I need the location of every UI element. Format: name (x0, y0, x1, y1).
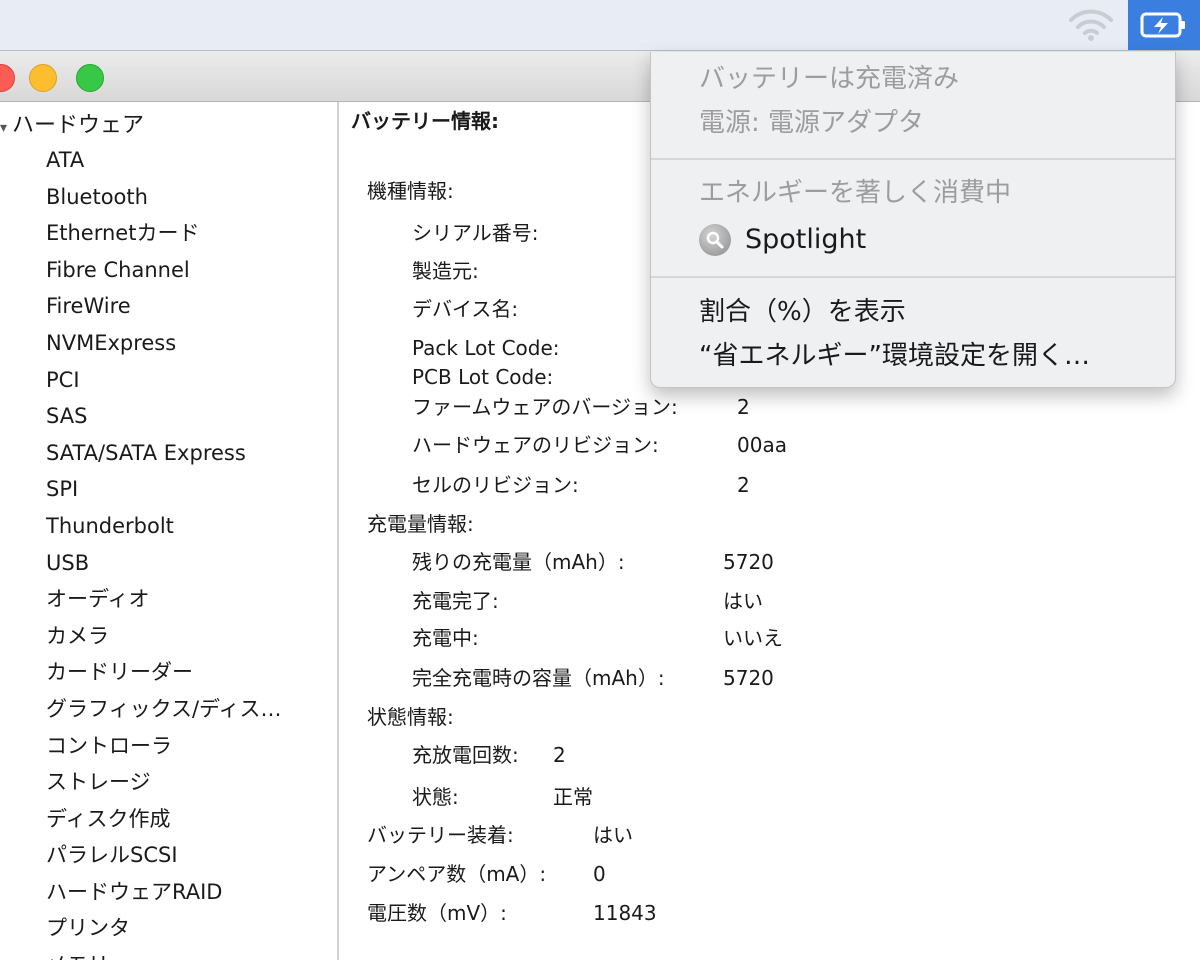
pcb-lot-label: PCB Lot Code: (412, 365, 554, 389)
fully-charged-label: 充電完了: (412, 589, 499, 613)
sidebar-item[interactable]: コントローラ (46, 728, 282, 765)
sidebar-item[interactable]: ハードウェアRAID (46, 874, 282, 911)
battery-installed-label: バッテリー装着: (367, 823, 514, 847)
energy-usage-heading: エネルギーを著しく消費中 (699, 178, 1012, 208)
condition-value: 正常 (553, 785, 593, 809)
sidebar-item[interactable]: NVMExpress (46, 325, 282, 362)
sidebar-group-label: ハードウェア (12, 113, 145, 138)
sidebar-item[interactable]: SAS (46, 398, 282, 435)
sidebar-item[interactable]: グラフィックス/ディス… (46, 691, 282, 728)
remaining-charge-value: 5720 (723, 550, 774, 574)
charging-label: 充電中: (412, 626, 479, 650)
sidebar-list: ATA Bluetooth Ethernetカード Fibre Channel … (46, 142, 282, 960)
sidebar-item[interactable]: プリンタ (46, 910, 282, 947)
menu-item-show-percentage[interactable]: 割合（%）を表示 (699, 294, 906, 330)
sidebar-item[interactable]: ATA (46, 142, 282, 179)
cycle-count-value: 2 (553, 743, 566, 767)
sidebar-item[interactable]: カードリーダー (46, 654, 282, 691)
amperage-label: アンペア数（mA）: (367, 862, 547, 886)
menu-item-spotlight[interactable]: Spotlight (745, 222, 866, 258)
hardware-revision-value: 00aa (737, 433, 787, 457)
model-info-heading: 機種情報: (367, 179, 454, 203)
sidebar-item[interactable]: FireWire (46, 288, 282, 325)
sidebar: ▾ ハードウェア ATA Bluetooth Ethernetカード Fibre … (0, 102, 339, 960)
wifi-icon[interactable] (1066, 8, 1116, 42)
firmware-value: 2 (737, 395, 750, 419)
battery-status-item[interactable] (1128, 0, 1200, 50)
sidebar-item[interactable]: カメラ (46, 618, 282, 655)
power-source-text: 電源: 電源アダプタ (699, 108, 925, 138)
firmware-label: ファームウェアのバージョン: (412, 395, 678, 419)
menu-bar (0, 0, 1200, 51)
charging-value: いいえ (723, 626, 783, 650)
cell-revision-value: 2 (737, 473, 750, 497)
minimize-button[interactable] (29, 64, 57, 92)
voltage-value: 11843 (593, 901, 657, 925)
hardware-revision-label: ハードウェアのリビジョン: (412, 433, 659, 457)
amperage-value: 0 (593, 862, 606, 886)
device-name-label: デバイス名: (412, 297, 519, 321)
cell-revision-label: セルのリビジョン: (412, 473, 579, 497)
sidebar-item[interactable]: ストレージ (46, 764, 282, 801)
section-title: バッテリー情報: (351, 109, 499, 133)
menu-item-open-energy-saver[interactable]: “省エネルギー”環境設定を開く… (699, 338, 1090, 374)
sidebar-item[interactable]: Bluetooth (46, 179, 282, 216)
fully-charged-value: はい (723, 589, 763, 613)
sidebar-item[interactable]: パラレルSCSI (46, 837, 282, 874)
full-capacity-value: 5720 (723, 666, 774, 690)
menu-separator (651, 276, 1175, 278)
zoom-button[interactable] (76, 64, 104, 92)
sidebar-item[interactable]: SPI (46, 471, 282, 508)
sidebar-item[interactable]: ディスク作成 (46, 801, 282, 838)
battery-charging-icon (1140, 12, 1185, 38)
sidebar-item[interactable]: Ethernetカード (46, 215, 282, 252)
condition-label: 状態: (412, 785, 459, 809)
sidebar-item[interactable]: Fibre Channel (46, 252, 282, 289)
cycle-count-label: 充放電回数: (412, 743, 519, 767)
remaining-charge-label: 残りの充電量（mAh）: (412, 550, 625, 574)
menu-separator (651, 158, 1175, 160)
sidebar-item[interactable]: オーディオ (46, 581, 282, 618)
battery-status-text: バッテリーは充電済み (699, 64, 960, 94)
charge-info-heading: 充電量情報: (367, 512, 474, 536)
health-info-heading: 状態情報: (367, 705, 454, 729)
battery-dropdown-menu: バッテリーは充電済み 電源: 電源アダプタ エネルギーを著しく消費中 Spotl… (650, 52, 1176, 388)
sidebar-item[interactable]: Thunderbolt (46, 508, 282, 545)
voltage-label: 電圧数（mV）: (367, 901, 507, 925)
close-button[interactable] (0, 64, 15, 92)
sidebar-item[interactable]: PCI (46, 362, 282, 399)
sidebar-group-hardware[interactable]: ▾ ハードウェア (0, 107, 144, 139)
sidebar-item[interactable]: USB (46, 545, 282, 582)
manufacturer-label: 製造元: (412, 259, 479, 283)
battery-installed-value: はい (593, 823, 633, 847)
serial-label: シリアル番号: (412, 221, 539, 245)
full-capacity-label: 完全充電時の容量（mAh）: (412, 666, 665, 690)
sidebar-item[interactable]: SATA/SATA Express (46, 435, 282, 472)
pack-lot-label: Pack Lot Code: (412, 336, 560, 360)
disclosure-triangle-icon[interactable]: ▾ (0, 120, 12, 136)
spotlight-icon (699, 224, 731, 256)
sidebar-item[interactable]: メモリ (46, 947, 282, 960)
